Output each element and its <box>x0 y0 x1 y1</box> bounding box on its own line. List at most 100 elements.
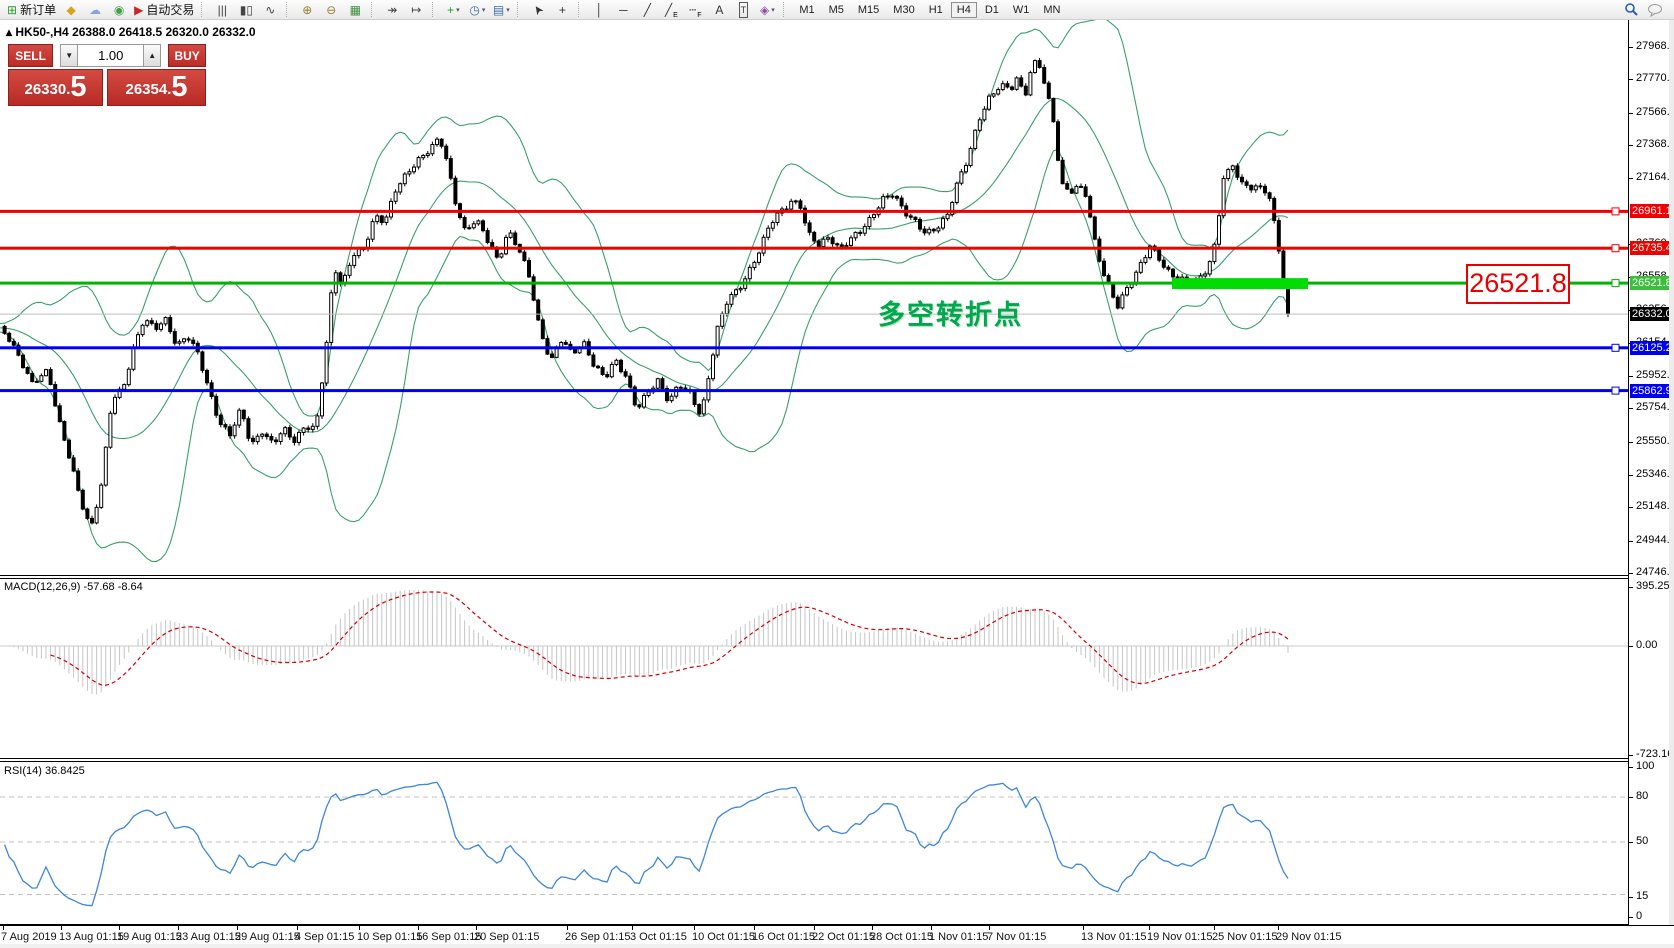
time-tick <box>359 926 360 930</box>
templates-dropdown-icon[interactable]: ▾ <box>506 6 510 14</box>
time-tick-label: 16 Sep 01:15 <box>416 931 482 943</box>
time-tick-label: 28 Oct 01:15 <box>870 931 933 943</box>
trendline-button[interactable]: ╱ <box>635 1 659 19</box>
time-tick-label: 29 Nov 01:15 <box>1276 931 1342 943</box>
axis-tick <box>1629 587 1633 588</box>
chart-shift-button[interactable]: ↦ <box>404 1 428 19</box>
timeframe-m30-button[interactable]: M30 <box>887 2 920 18</box>
timeframe-mn-button[interactable]: MN <box>1037 2 1066 18</box>
bottom-strip <box>0 944 1674 948</box>
time-tick-label: 16 Oct 01:15 <box>752 931 815 943</box>
macd-pane[interactable] <box>0 579 1628 758</box>
line-handle[interactable] <box>1611 207 1620 216</box>
text-button[interactable]: A <box>707 1 731 19</box>
axis-tick <box>1629 79 1633 81</box>
axis-tick <box>1629 767 1633 768</box>
cursor-button[interactable]: ➤ <box>526 1 550 19</box>
tile-windows-button[interactable]: ▦ <box>343 1 367 19</box>
timeframe-w1-button[interactable]: W1 <box>1007 2 1036 18</box>
horizontal-level-line[interactable] <box>0 209 1628 213</box>
bar-chart-button[interactable]: ||| <box>210 1 234 19</box>
price-axis[interactable]: 27968.027770.027566.027368.027164.026760… <box>1628 20 1674 925</box>
time-tick <box>61 926 62 930</box>
volume-decrease-button[interactable]: ▼ <box>60 44 79 67</box>
autotrading-icon: ▶ <box>134 2 144 17</box>
time-tick <box>1083 926 1084 930</box>
time-tick <box>178 926 179 930</box>
line-handle[interactable] <box>1611 279 1620 288</box>
rsi-scale-label: 100 <box>1636 760 1655 772</box>
price-level-label: 25862.9 <box>1630 383 1672 398</box>
volume-input[interactable] <box>78 44 144 67</box>
collapse-panel-icon[interactable]: ▴ <box>6 25 12 39</box>
arrows-dropdown-icon[interactable]: ▾ <box>771 6 775 14</box>
timeframe-m15-button[interactable]: M15 <box>852 2 885 18</box>
horizontal-level-line[interactable] <box>0 246 1628 250</box>
horizontal-line-button[interactable]: ─ <box>611 1 635 19</box>
timeframe-h1-button[interactable]: H1 <box>923 2 949 18</box>
price-level-label: 26521.8 <box>1630 276 1672 291</box>
bar-chart-icon: ||| <box>217 2 227 17</box>
indicators-button[interactable]: + ▾ <box>441 1 465 19</box>
arrows-button[interactable]: ◈ ▾ <box>755 1 779 19</box>
rsi-scale-label: 0 <box>1636 910 1643 922</box>
time-tick <box>931 926 932 930</box>
horizontal-level-line[interactable] <box>0 389 1628 393</box>
timeframe-d1-button[interactable]: D1 <box>979 2 1005 18</box>
horizontal-level-line[interactable] <box>0 281 1628 285</box>
main-chart-pane[interactable] <box>0 20 1628 575</box>
metaeditor-button[interactable]: ◆ <box>59 1 83 19</box>
rsi-pane[interactable] <box>0 762 1628 924</box>
search-icon[interactable] <box>1624 2 1639 17</box>
timeframe-m5-button[interactable]: M5 <box>823 2 850 18</box>
sell-price-button[interactable]: 26330. 5 <box>8 69 103 106</box>
macd-scale-label: -723.16 <box>1636 748 1674 760</box>
metaeditor-icon: ◆ <box>66 2 76 17</box>
time-tick-label: 13 Nov 01:15 <box>1081 931 1147 943</box>
axis-tick <box>1629 897 1633 898</box>
line-handle[interactable] <box>1611 343 1620 352</box>
chat-icon[interactable] <box>1647 3 1664 17</box>
periods-dropdown-icon[interactable]: ▾ <box>482 6 486 14</box>
buy-price-button[interactable]: 26354. 5 <box>107 69 206 106</box>
indicators-dropdown-icon[interactable]: ▾ <box>456 6 460 14</box>
crosshair-button[interactable]: + <box>550 1 574 19</box>
timeframe-h4-button[interactable]: H4 <box>950 1 977 18</box>
horizontal-level-line[interactable] <box>0 346 1628 350</box>
one-click-trading-panel: SELL ▼ ▲ BUY 26330.5 26354.5 <box>8 44 206 106</box>
periods-icon: ◷ <box>469 2 480 17</box>
price-callout-box[interactable]: 26521.8 <box>1466 264 1570 304</box>
fibonacci-sub-label: F <box>697 11 702 19</box>
line-handle[interactable] <box>1611 386 1620 395</box>
trend-note-annotation[interactable]: 多空转折点 <box>878 293 1023 332</box>
periods-button[interactable]: ◷ ▾ <box>465 1 489 19</box>
zoom-out-button[interactable]: ⊖ <box>319 1 343 19</box>
fibonacci-button[interactable]: ┄ F <box>683 1 707 19</box>
equidistant-channel-button[interactable]: ╱ E <box>659 1 683 19</box>
timeframe-m1-button[interactable]: M1 <box>793 2 820 18</box>
new-order-button[interactable]: ⊞ 新订单 <box>4 1 59 19</box>
bid-price-small: 26330 <box>24 81 67 98</box>
zoom-in-button[interactable]: ⊕ <box>295 1 319 19</box>
text-label-button[interactable]: T <box>731 1 755 19</box>
line-chart-button[interactable]: ∿ <box>258 1 282 19</box>
templates-button[interactable]: ▤ ▾ <box>489 1 513 19</box>
pane-divider-macd-rsi[interactable] <box>0 758 1628 759</box>
pane-divider-main-macd[interactable] <box>0 575 1628 576</box>
buy-button[interactable]: BUY <box>168 44 206 67</box>
line-handle[interactable] <box>1611 244 1620 253</box>
sell-button[interactable]: SELL <box>8 44 54 67</box>
highlight-bar[interactable] <box>1172 278 1308 290</box>
axis-tick <box>1629 178 1633 180</box>
vertical-line-button[interactable]: │ <box>587 1 611 19</box>
equidistant-channel-icon: ╱ <box>664 2 673 17</box>
candlestick-chart-button[interactable]: ▮▯ <box>234 1 258 19</box>
volume-increase-button[interactable]: ▲ <box>143 44 162 67</box>
signals-button[interactable]: ◉ <box>107 1 131 19</box>
ohlc-values: 26388.0 26418.5 26320.0 26332.0 <box>72 25 256 39</box>
macd-scale-label: 0.00 <box>1636 639 1658 651</box>
autotrading-button[interactable]: ▶ 自动交易 <box>131 1 197 19</box>
community-button[interactable]: ☁ <box>83 1 107 19</box>
auto-scroll-button[interactable]: ↠ <box>380 1 404 19</box>
time-tick-label: 7 Aug 2019 <box>1 931 57 943</box>
